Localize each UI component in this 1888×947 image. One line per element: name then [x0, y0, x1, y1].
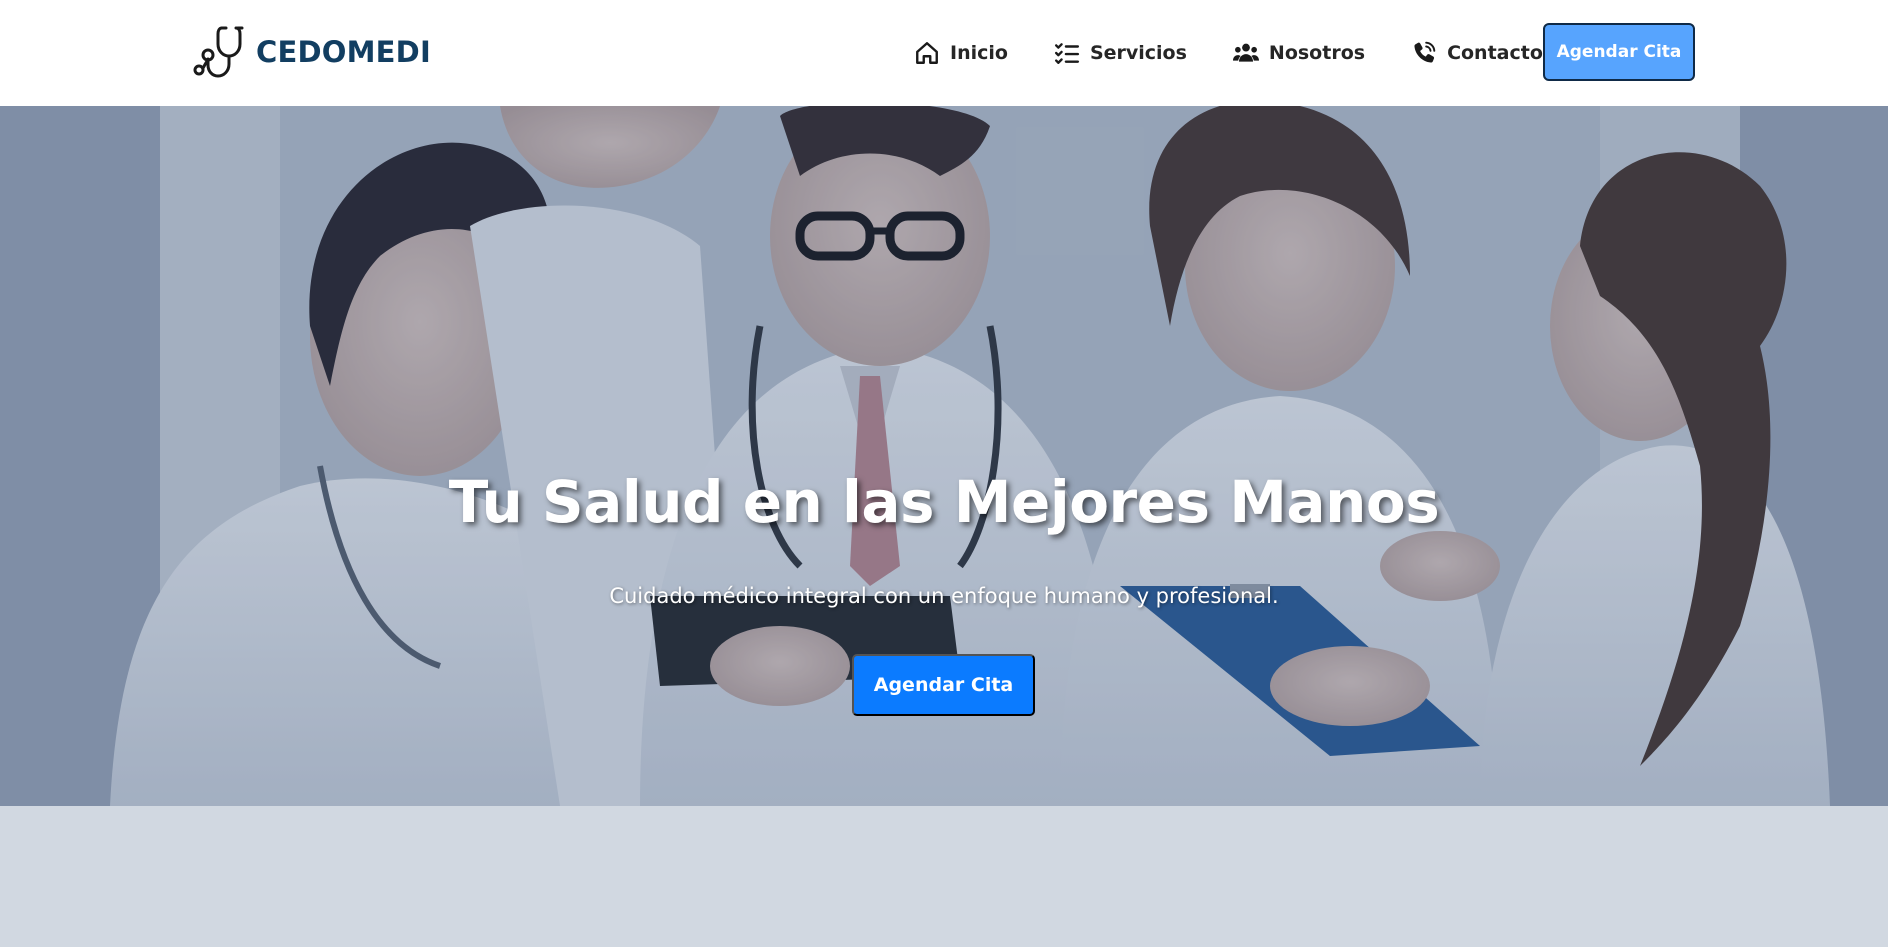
book-appointment-button[interactable]: Agendar Cita	[1543, 23, 1695, 81]
stethoscope-icon	[193, 26, 244, 78]
hero-subtitle: Cuidado médico integral con un enfoque h…	[609, 584, 1279, 608]
nav-item-label: Servicios	[1089, 42, 1187, 64]
brand-name: CEDOMEDI	[256, 35, 431, 69]
nav-item-label: Nosotros	[1268, 42, 1366, 64]
nav-item-inicio[interactable]: Inicio	[914, 40, 1008, 66]
nav-item-label: Inicio	[950, 42, 1008, 64]
navbar: CEDOMEDI Inicio Servicios Nosotros Conta…	[0, 0, 1888, 106]
content-section	[0, 806, 1888, 947]
list-check-icon	[1054, 43, 1079, 64]
hero-section: Tu Salud en las Mejores Manos Cuidado mé…	[0, 106, 1888, 806]
nav-item-contacto[interactable]: Contacto	[1411, 40, 1543, 66]
phone-icon	[1414, 41, 1436, 63]
home-icon	[916, 42, 938, 64]
hero-book-appointment-button[interactable]: Agendar Cita	[852, 654, 1035, 716]
main-nav: Inicio Servicios Nosotros Contacto	[914, 0, 1589, 106]
brand-logo[interactable]: CEDOMEDI	[192, 24, 431, 80]
hero-title: Tu Salud en las Mejores Manos	[448, 468, 1440, 536]
nav-item-label: Contacto	[1447, 42, 1543, 64]
nav-item-servicios[interactable]: Servicios	[1054, 40, 1187, 66]
nav-item-nosotros[interactable]: Nosotros	[1232, 40, 1366, 66]
users-icon	[1232, 43, 1259, 62]
